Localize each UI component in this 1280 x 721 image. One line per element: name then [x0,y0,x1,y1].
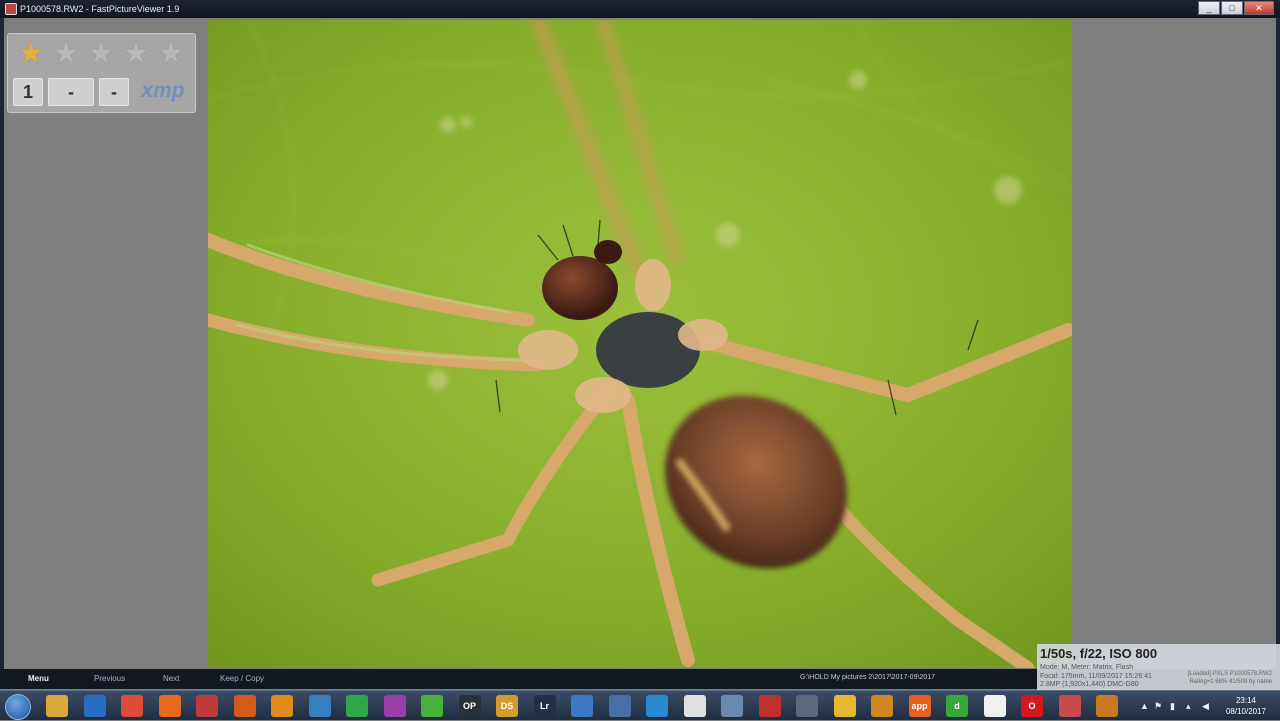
app-icon-18[interactable] [683,695,706,717]
app-icon-25[interactable]: d [946,695,968,717]
exif-focal: Focal: 175mm, 11/09/2017 15:26:41 [1040,673,1152,680]
document-icon[interactable] [983,695,1006,717]
clock[interactable]: 23:14 08/10/2017 [1220,695,1272,717]
exif-mode: Mode: M, Meter: Matrix, Flash [1040,664,1133,671]
lightroom-icon[interactable]: Lr [533,695,556,717]
menu-button[interactable]: Menu [28,669,49,689]
firefox-icon[interactable] [158,695,181,717]
app-icon [5,3,17,15]
app-icon-21[interactable] [796,695,818,717]
star-icon-1[interactable]: ★ [16,38,46,70]
exif-info-panel: 1/50s, f/22, ISO 800 Mode: M, Meter: Mat… [1037,644,1280,690]
tag-row: 1 - - xmp [13,78,192,106]
tray-chevron-icon[interactable]: ▲ [1140,701,1149,711]
maximize-button[interactable]: □ [1221,1,1243,15]
app-icon-22[interactable] [833,695,856,717]
app-icon-10[interactable] [383,695,406,717]
xmp-indicator[interactable]: xmp [134,78,192,106]
op-app-icon[interactable]: OP [458,695,481,717]
close-button[interactable]: ✕ [1244,1,1274,15]
minimize-button[interactable]: _ [1198,1,1220,15]
app-icon-17[interactable] [646,695,668,717]
app-icon-23[interactable] [871,695,893,717]
gear-app-icon[interactable] [271,695,293,717]
file-path: G:\HOLD My pictures 2\2017\2017-09\2017 [799,674,935,681]
ds-app-icon[interactable]: DS [496,695,518,717]
star-icon-2[interactable]: ★ [51,38,81,70]
network-icon[interactable]: ▮ [1170,701,1175,712]
viewer-app-icon[interactable] [233,695,256,717]
windows-taskbar: OP DS Lr app d O ▲ ⚑ ▮ ▴ ◀ 23:14 08/10/2017 [0,690,1280,720]
app-icon-20[interactable] [758,695,781,717]
outlook-icon[interactable] [83,695,106,717]
explorer-icon[interactable] [46,695,68,717]
previous-button[interactable]: Previous [94,669,125,689]
app-icon-9[interactable] [346,695,368,717]
app-icon-19[interactable] [721,695,743,717]
star-icon-3[interactable]: ★ [86,38,116,70]
rating-panel: ★ ★ ★ ★ ★ 1 - - xmp [7,33,196,113]
flag-icon[interactable]: ⚑ [1154,701,1162,712]
signal-icon[interactable]: ▴ [1186,701,1191,712]
spider-photo [208,20,1072,668]
exif-status: Rating=1 68% 41/509 by name [1189,679,1272,685]
exif-file: [Loaded] PXLS P1000578.RW2 [1187,671,1272,677]
photo-image[interactable] [208,20,1072,668]
star-rating[interactable]: ★ ★ ★ ★ ★ [16,38,186,70]
start-button[interactable] [5,694,31,720]
app-icon-29[interactable] [1096,695,1118,717]
exif-exposure: 1/50s, f/22, ISO 800 [1040,646,1158,661]
window-title: P1000578.RW2 - FastPictureViewer 1.9 [20,4,180,14]
exif-size: 2.8MP (1,920x1,440) DMC-G80 [1040,681,1139,688]
app-icon-16[interactable] [608,695,631,717]
app-icon-15[interactable] [571,695,593,717]
app-icon-11[interactable] [421,695,443,717]
app-icon-24[interactable]: app [908,695,931,717]
tag-dash-button-1[interactable]: - [48,78,94,106]
chrome-icon[interactable] [121,695,143,717]
volume-icon[interactable]: ◀ [1202,701,1209,712]
window-titlebar: P1000578.RW2 - FastPictureViewer 1.9 _ □… [0,0,1280,18]
window-controls: _ □ ✕ [1198,1,1274,15]
star-icon-4[interactable]: ★ [121,38,151,70]
tag-number-button[interactable]: 1 [13,78,43,106]
fastpictureviewer-icon[interactable] [1058,695,1081,717]
keep-copy-button[interactable]: Keep / Copy [220,669,264,689]
app-icon-8[interactable] [308,695,331,717]
next-button[interactable]: Next [163,669,179,689]
clock-date: 08/10/2017 [1225,707,1267,716]
tag-dash-button-2[interactable]: - [99,78,129,106]
app-icon-5[interactable] [196,695,218,717]
opera-icon[interactable]: O [1021,695,1043,717]
clock-time: 23:14 [1235,696,1257,705]
star-icon-5[interactable]: ★ [156,38,186,70]
